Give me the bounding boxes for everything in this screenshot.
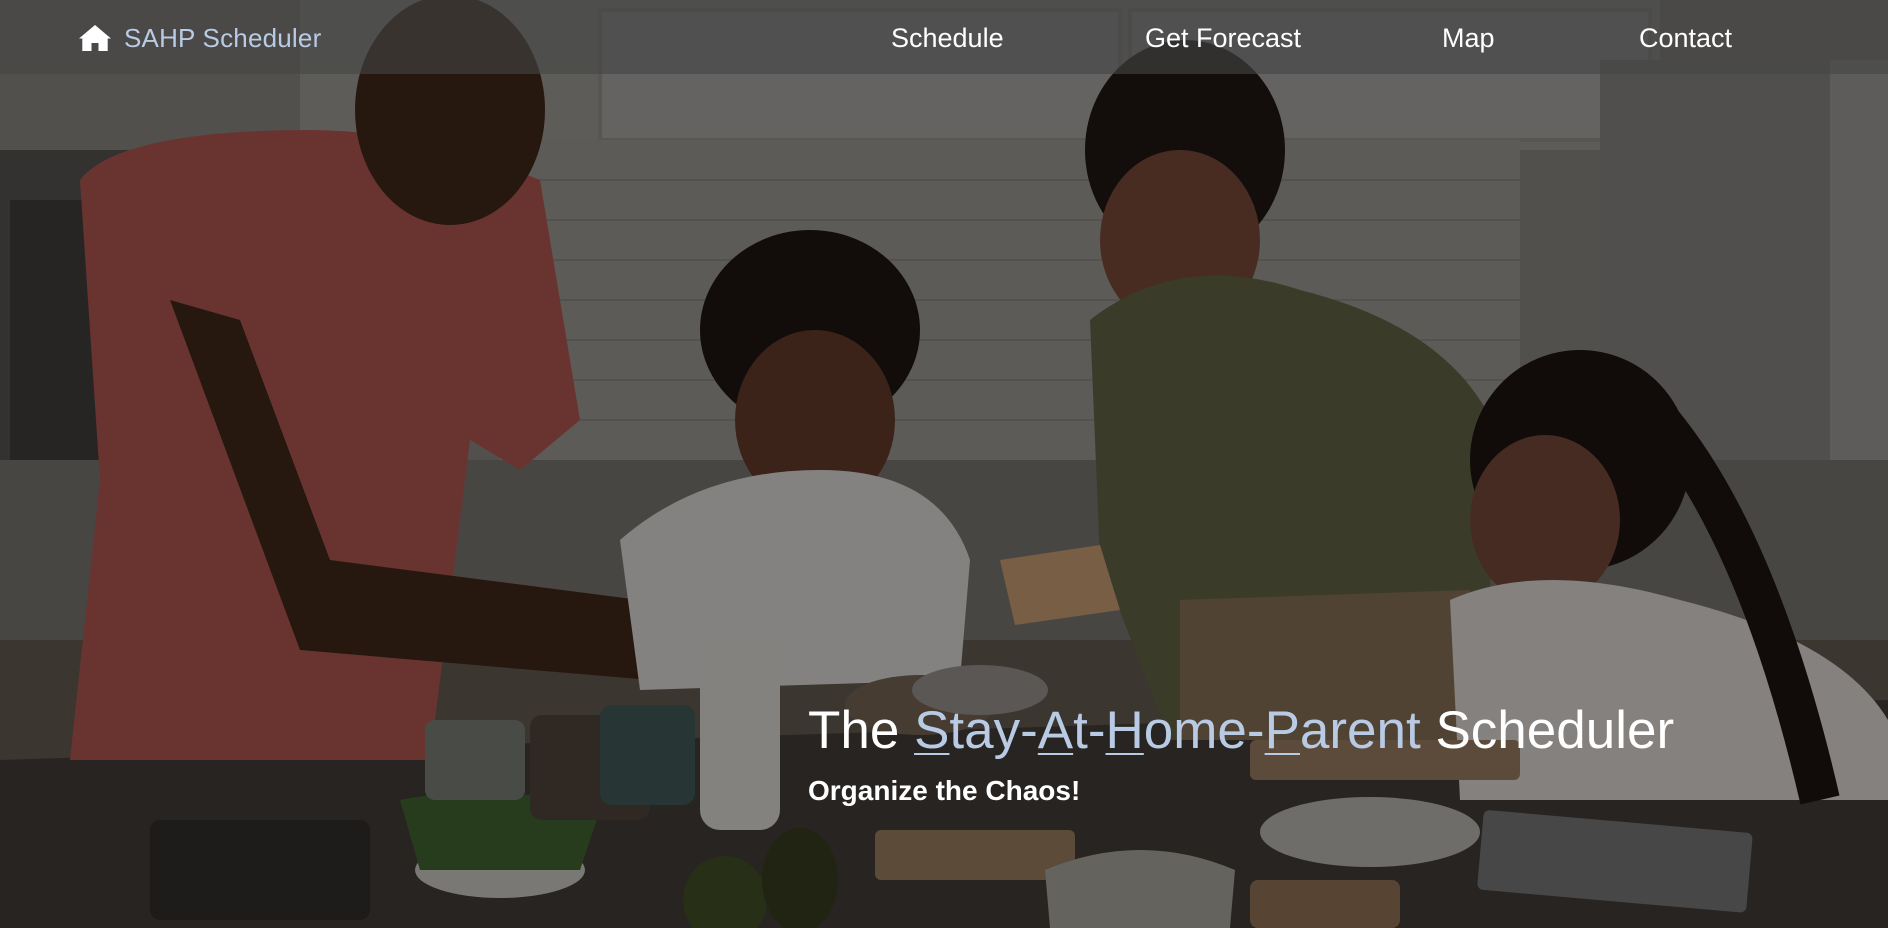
hero-title-accent-text: tay-: [949, 701, 1038, 760]
nav-link-contact[interactable]: Contact: [1639, 20, 1732, 56]
hero-title-suffix: Scheduler: [1420, 701, 1675, 760]
hero-title-accent-text: arent: [1299, 701, 1421, 760]
hero-title-prefix: The: [808, 701, 915, 760]
hero-title-accent-initial: A: [1037, 701, 1074, 760]
top-navbar: SAHP Scheduler Schedule Get Forecast Map…: [0, 0, 1888, 74]
hero-title: The Stay-At-Home-Parent Scheduler: [808, 700, 1674, 761]
brand-link[interactable]: SAHP Scheduler: [78, 20, 321, 56]
hero-title-accent-initial: P: [1264, 701, 1300, 760]
hero-title-accent-text: ome-: [1143, 701, 1265, 760]
home-icon: [78, 24, 112, 52]
hero-title-accent-text: t-: [1073, 701, 1106, 760]
hero-subtitle: Organize the Chaos!: [808, 775, 1081, 806]
brand-label: SAHP Scheduler: [124, 22, 322, 53]
nav-link-get-forecast[interactable]: Get Forecast: [1145, 20, 1301, 56]
hero-title-accent: Stay-At-Home-Parent: [914, 701, 1421, 760]
landing-page: SAHP Scheduler Schedule Get Forecast Map…: [0, 0, 1888, 928]
nav-link-map[interactable]: Map: [1442, 20, 1495, 56]
hero-title-accent-initial: H: [1105, 701, 1144, 760]
nav-link-schedule[interactable]: Schedule: [891, 20, 1004, 56]
hero-title-accent-initial: S: [914, 701, 950, 760]
